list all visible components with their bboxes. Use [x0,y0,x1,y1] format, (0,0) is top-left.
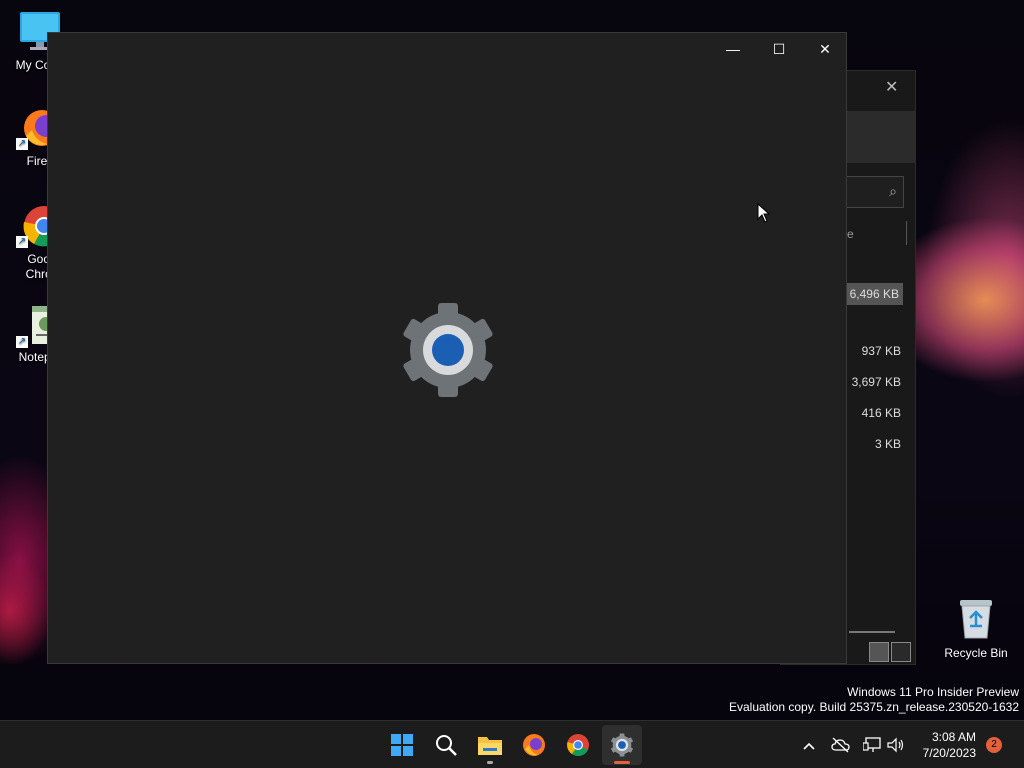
settings-taskbar-button[interactable] [602,725,642,765]
chrome-taskbar-button[interactable] [558,725,598,765]
taskbar-clock[interactable]: 3:08 AM 7/20/2023 [923,729,976,761]
taskbar: 3:08 AM 7/20/2023 2 [0,720,1024,768]
close-button[interactable]: ✕ [802,33,848,65]
running-indicator [487,761,493,764]
clock-date: 7/20/2023 [922,746,976,760]
search-button[interactable] [426,725,466,765]
evaluation-watermark: Windows 11 Pro Insider Preview Evaluatio… [729,685,1019,715]
file-size-cell[interactable]: 416 KB [862,406,901,420]
speaker-icon [887,737,904,753]
chrome-icon [567,734,589,756]
desktop-icon-recycle-bin[interactable]: Recycle Bin [940,596,1012,660]
chevron-up-icon [803,737,815,753]
file-size-cell[interactable]: 3,697 KB [852,375,901,389]
close-icon: ✕ [819,40,831,57]
cloud-off-icon [831,737,850,753]
settings-window[interactable]: — ☐ ✕ [47,32,847,664]
file-size-cell[interactable]: 6,496 KB [845,283,903,305]
horizontal-scrollbar[interactable] [849,631,895,633]
recycle-bin-label: Recycle Bin [944,646,1008,660]
start-button[interactable] [382,725,422,765]
maximize-icon: ☐ [772,40,786,57]
tiles-view-button[interactable] [891,642,911,662]
clock-time: 3:08 AM [931,730,976,744]
settings-gear-icon [399,301,497,399]
windows-start-icon [391,734,413,756]
recycle-bin-icon [956,596,996,640]
folder-icon [478,737,502,755]
minimize-button[interactable]: — [710,33,756,65]
maximize-button[interactable]: ☐ [756,33,802,65]
explorer-close-icon[interactable]: ✕ [885,77,898,97]
column-header-fragment: e [847,227,854,241]
network-button[interactable] [862,735,882,755]
notification-badge[interactable]: 2 [986,737,1002,753]
file-size-cell[interactable]: 937 KB [862,344,901,358]
firefox-taskbar-button[interactable] [514,725,554,765]
column-separator[interactable] [906,221,907,245]
settings-gear-icon [611,733,633,757]
shortcut-arrow-icon: ↗ [16,236,28,248]
volume-button[interactable] [886,735,906,755]
show-hidden-icons-button[interactable] [799,735,819,755]
onedrive-offline-button[interactable] [831,735,851,755]
network-icon [863,737,881,752]
mouse-cursor-icon [757,202,771,223]
explorer-search-input[interactable]: ⌕ [837,176,904,208]
active-indicator [614,761,630,764]
shortcut-arrow-icon: ↗ [16,336,28,348]
file-size-cell[interactable]: 3 KB [875,437,901,451]
firefox-icon [523,734,545,756]
watermark-line-build: Evaluation copy. Build 25375.zn_release.… [729,700,1019,714]
watermark-line-edition: Windows 11 Pro Insider Preview [847,685,1019,699]
file-explorer-taskbar-button[interactable] [470,725,510,765]
shortcut-arrow-icon: ↗ [16,138,28,150]
details-view-button[interactable] [869,642,889,662]
minimize-icon: — [726,41,740,57]
search-icon [436,735,457,756]
search-icon: ⌕ [889,183,897,199]
